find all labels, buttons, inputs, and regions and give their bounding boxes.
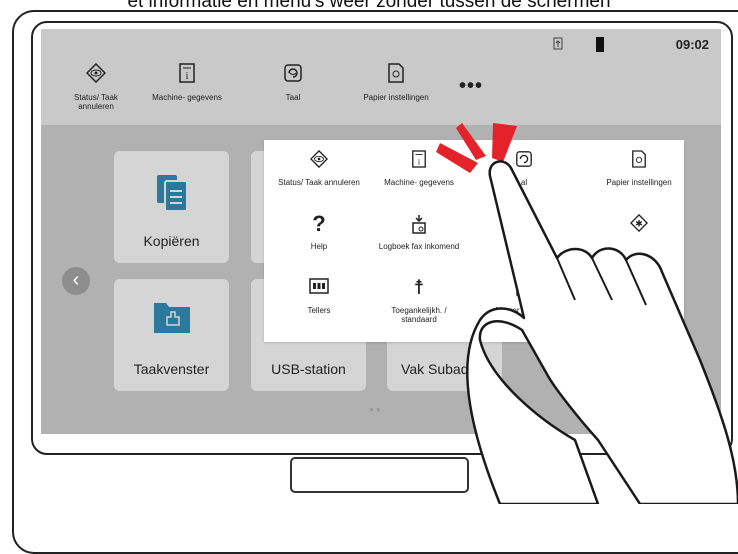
pointing-hand-illustration (436, 123, 738, 504)
